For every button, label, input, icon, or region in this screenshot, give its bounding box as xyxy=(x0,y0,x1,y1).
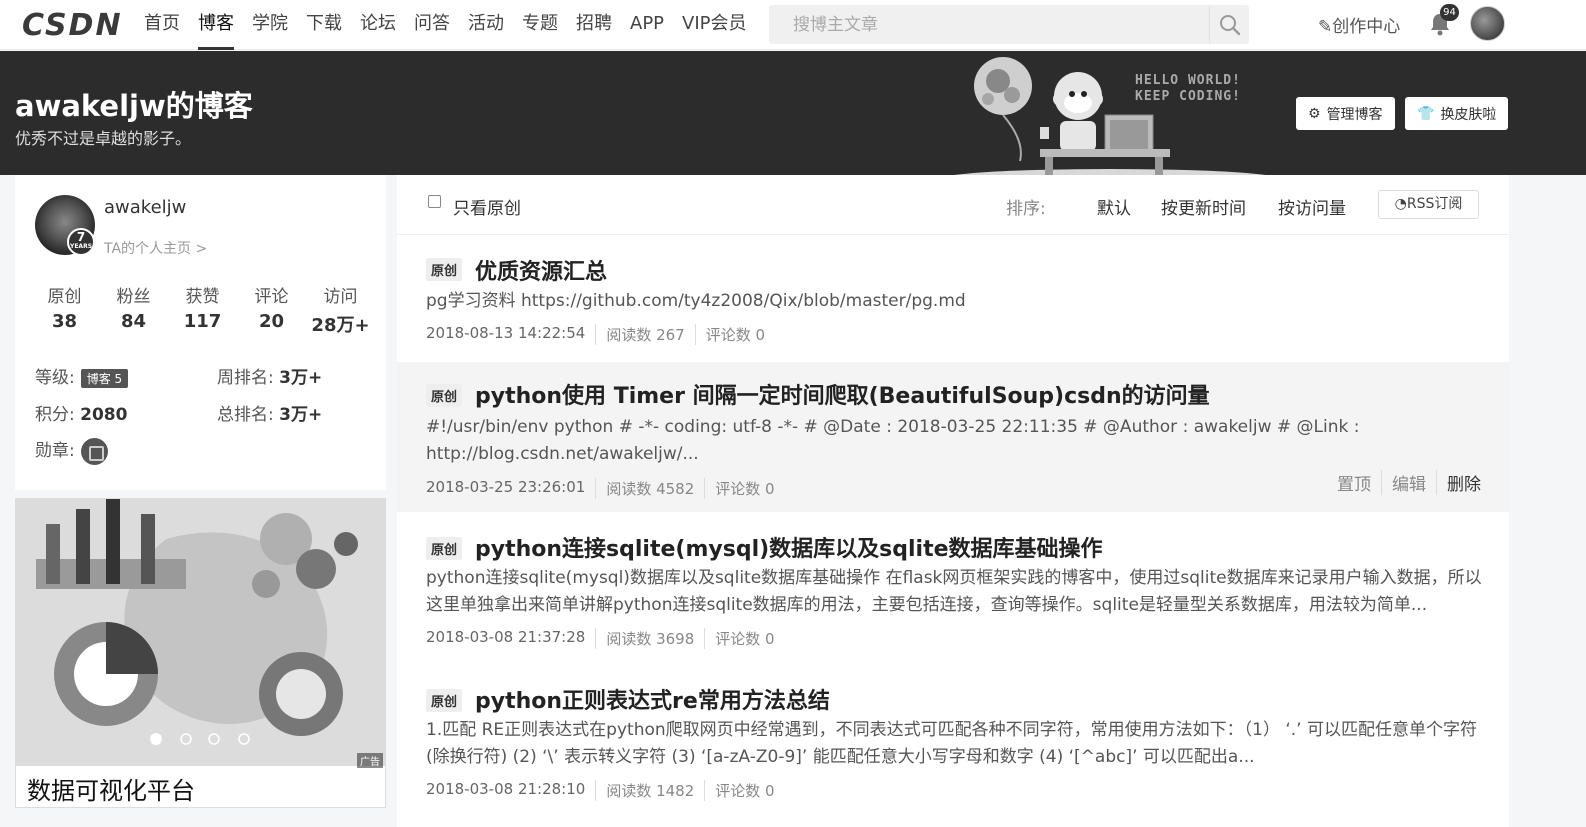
article-date: 2018-03-25 23:26:01 xyxy=(426,478,586,496)
only-original-label[interactable]: 只看原创 xyxy=(453,194,521,219)
profile-stats: 原创 38 粉丝 84 获赞 117 评论 20 访问 28万+ xyxy=(30,282,375,337)
article-actions: 置顶 编辑 删除 xyxy=(1327,470,1481,495)
article-item: 原创 python使用 Timer 间隔一定时间爬取(BeautifulSoup… xyxy=(397,362,1509,512)
search-input[interactable] xyxy=(769,5,1209,44)
article-meta: 2018-08-13 14:22:54 阅读数 267 评论数 0 xyxy=(426,324,775,345)
sort-label: 排序: xyxy=(1006,199,1046,219)
article-summary[interactable]: pg学习资料 https://github.com/ty4z2008/Qix/b… xyxy=(426,288,1486,315)
rss-icon: ◔ xyxy=(1394,196,1407,212)
nav-vip[interactable]: VIP会员 xyxy=(673,0,755,50)
sort-default[interactable]: 默认 xyxy=(1097,194,1131,219)
change-skin-button[interactable]: 👕 换皮肤啦 xyxy=(1405,97,1509,130)
stat-comments: 评论 20 xyxy=(254,287,289,332)
level-row: 等级: 博客 5 xyxy=(35,363,129,388)
article-reads: 阅读数 267 xyxy=(595,324,694,345)
article-summary[interactable]: 1.匹配 RE正则表达式在python爬取网页中经常遇到，不同表达式可匹配各种不… xyxy=(426,717,1486,771)
nav-topics[interactable]: 专题 xyxy=(513,0,567,50)
shirt-icon: 👕 xyxy=(1417,105,1435,122)
article-title[interactable]: python连接sqlite(mysql)数据库以及sqlite数据库基础操作 xyxy=(475,531,1103,563)
search-button[interactable] xyxy=(1209,5,1249,44)
notification-badge: 94 xyxy=(1440,4,1459,21)
article-summary[interactable]: #!/usr/bin/env python # -*- coding: utf-… xyxy=(426,414,1486,468)
article-reads: 阅读数 1482 xyxy=(595,780,704,801)
article-reads: 阅读数 3698 xyxy=(595,628,704,649)
article-summary[interactable]: python连接sqlite(mysql)数据库以及sqlite数据库基础操作 … xyxy=(426,565,1486,619)
stat-original: 原创 38 xyxy=(47,287,82,332)
article-reads: 阅读数 4582 xyxy=(595,478,704,499)
search-box xyxy=(769,5,1249,44)
top-navbar: CSDN 首页 博客 学院 下载 论坛 问答 活动 专题 招聘 APP VIP会… xyxy=(0,0,1586,50)
article-title[interactable]: 优质资源汇总 xyxy=(475,254,607,286)
profile-homepage-link[interactable]: TA的个人主页 > xyxy=(104,238,207,258)
article-date: 2018-03-08 21:37:28 xyxy=(426,628,586,646)
delete-button[interactable]: 删除 xyxy=(1436,470,1481,495)
medal-icon[interactable] xyxy=(80,437,108,465)
medal-row: 勋章: xyxy=(35,436,108,465)
main-nav: 首页 博客 学院 下载 论坛 问答 活动 专题 招聘 APP VIP会员 xyxy=(135,0,756,50)
nav-app[interactable]: APP xyxy=(621,0,673,50)
profile-username[interactable]: awakeljw xyxy=(104,197,186,218)
article-meta: 2018-03-08 21:37:28 阅读数 3698 评论数 0 xyxy=(426,628,785,649)
hello-world-slogan: HELLO WORLD! KEEP CODING! xyxy=(1135,73,1241,104)
rss-subscribe-button[interactable]: ◔RSS订阅 xyxy=(1378,190,1479,219)
blog-banner: awakeljw的博客 优秀不过是卓越的影子。 HELLO WORLD! KEE… xyxy=(0,51,1586,175)
stat-likes: 获赞 117 xyxy=(183,287,222,332)
original-tag: 原创 xyxy=(426,689,463,712)
article-comments: 评论数 0 xyxy=(704,628,784,649)
points-row: 积分: 2080 xyxy=(35,405,128,425)
article-list: 只看原创 排序: 默认 按更新时间 按访问量 ◔RSS订阅 原创 优质资源汇总 … xyxy=(397,175,1509,827)
pen-icon: ✎ xyxy=(1318,17,1333,37)
create-center-link[interactable]: ✎创作中心 xyxy=(1318,12,1400,37)
ad-banner[interactable]: 广告 数据可视化平台 xyxy=(15,498,386,808)
pin-top-button[interactable]: 置顶 xyxy=(1327,470,1381,495)
blog-title: awakeljw的博客 xyxy=(15,89,253,123)
nav-blog[interactable]: 博客 xyxy=(189,0,243,50)
article-comments: 评论数 0 xyxy=(704,478,784,499)
article-date: 2018-08-13 14:22:54 xyxy=(426,324,586,342)
article-item: 原创 python连接sqlite(mysql)数据库以及sqlite数据库基础… xyxy=(397,513,1509,665)
sort-by-update-time[interactable]: 按更新时间 xyxy=(1161,194,1246,219)
nav-events[interactable]: 活动 xyxy=(459,0,513,50)
total-rank-row: 总排名: 3万+ xyxy=(217,405,323,425)
article-date: 2018-03-08 21:28:10 xyxy=(426,780,586,798)
nav-home[interactable]: 首页 xyxy=(135,0,189,50)
week-rank-row: 周排名: 3万+ xyxy=(217,368,323,388)
nav-download[interactable]: 下载 xyxy=(297,0,351,50)
article-meta: 2018-03-25 23:26:01 阅读数 4582 评论数 0 xyxy=(426,478,785,499)
nav-forum[interactable]: 论坛 xyxy=(351,0,405,50)
csdn-logo[interactable]: CSDN xyxy=(22,8,123,43)
nav-jobs[interactable]: 招聘 xyxy=(567,0,621,50)
edit-button[interactable]: 编辑 xyxy=(1381,470,1436,495)
ad-caption: 数据可视化平台 xyxy=(27,777,195,805)
search-icon xyxy=(1219,14,1240,35)
years-badge: 7 YEARS xyxy=(67,228,95,256)
coding-monkey-illustration xyxy=(954,57,1266,175)
article-comments: 评论数 0 xyxy=(694,324,775,345)
article-item: 原创 python正则表达式re常用方法总结 1.匹配 RE正则表达式在pyth… xyxy=(397,665,1509,827)
filter-bar: 只看原创 排序: 默认 按更新时间 按访问量 ◔RSS订阅 xyxy=(397,175,1509,235)
article-item: 原创 优质资源汇总 pg学习资料 https://github.com/ty4z… xyxy=(397,236,1509,361)
article-comments: 评论数 0 xyxy=(704,780,784,801)
article-title[interactable]: python使用 Timer 间隔一定时间爬取(BeautifulSoup)cs… xyxy=(475,378,1210,410)
profile-card: 7 YEARS awakeljw TA的个人主页 > 原创 38 粉丝 84 获赞 11… xyxy=(15,175,386,490)
article-title[interactable]: python正则表达式re常用方法总结 xyxy=(475,683,830,715)
user-avatar[interactable] xyxy=(1470,6,1505,41)
nav-qa[interactable]: 问答 xyxy=(405,0,459,50)
gear-icon: ⚙ xyxy=(1308,105,1321,122)
sort-by-visits[interactable]: 按访问量 xyxy=(1278,194,1346,219)
blog-subtitle: 优秀不过是卓越的影子。 xyxy=(15,129,192,148)
ad-tag: 广告 xyxy=(357,753,383,768)
original-tag: 原创 xyxy=(426,384,463,407)
stat-visits: 访问 28万+ xyxy=(311,287,370,336)
article-meta: 2018-03-08 21:28:10 阅读数 1482 评论数 0 xyxy=(426,780,785,801)
nav-academy[interactable]: 学院 xyxy=(243,0,297,50)
create-center-label: 创作中心 xyxy=(1332,17,1401,37)
ad-image xyxy=(16,499,385,766)
manage-blog-button[interactable]: ⚙ 管理博客 xyxy=(1296,97,1395,130)
original-tag: 原创 xyxy=(426,258,463,281)
original-tag: 原创 xyxy=(426,537,463,560)
stat-fans: 粉丝 84 xyxy=(116,287,151,332)
level-badge: 博客 5 xyxy=(80,368,129,388)
only-original-checkbox[interactable] xyxy=(428,195,441,208)
